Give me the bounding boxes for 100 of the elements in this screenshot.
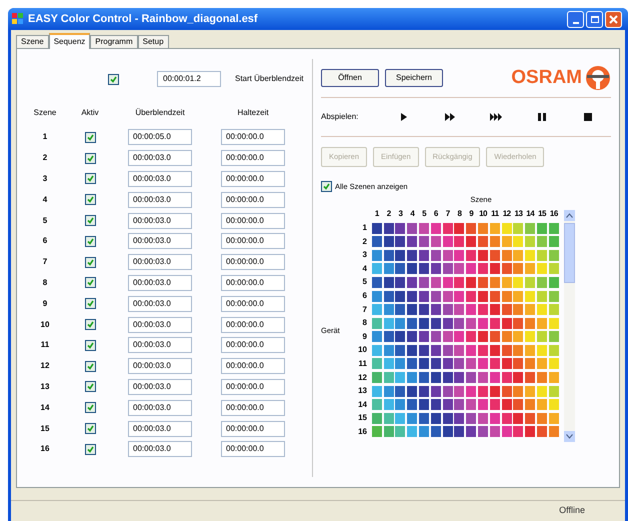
color-cell[interactable] — [419, 318, 430, 329]
time-field[interactable]: 00:00:00.0 — [221, 274, 285, 291]
color-cell[interactable] — [513, 304, 524, 316]
time-field[interactable]: 00:00:01.2 — [157, 71, 221, 87]
color-cell[interactable] — [372, 250, 382, 261]
color-cell[interactable] — [502, 412, 512, 424]
color-cell[interactable] — [502, 276, 512, 288]
color-cell[interactable] — [548, 318, 559, 329]
color-cell[interactable] — [384, 358, 394, 370]
color-cell[interactable] — [430, 318, 441, 329]
color-cell[interactable] — [502, 372, 512, 384]
color-cell[interactable] — [525, 358, 536, 370]
time-field[interactable]: 00:00:00.0 — [221, 420, 285, 437]
checkbox[interactable] — [84, 340, 96, 351]
color-cell[interactable] — [525, 290, 536, 302]
color-cell[interactable] — [407, 386, 418, 397]
color-cell[interactable] — [502, 263, 512, 274]
color-cell[interactable] — [490, 331, 500, 342]
color-cell[interactable] — [395, 222, 406, 234]
color-cell[interactable] — [537, 290, 548, 302]
tab[interactable]: Sequenz — [48, 33, 90, 49]
checkbox[interactable] — [84, 381, 96, 392]
color-cell[interactable] — [419, 386, 430, 397]
color-cell[interactable] — [407, 263, 418, 274]
color-cell[interactable] — [537, 222, 548, 234]
color-cell[interactable] — [384, 344, 394, 356]
time-field[interactable]: 00:00:05.0 — [128, 129, 192, 146]
color-cell[interactable] — [537, 331, 548, 342]
color-cell[interactable] — [384, 263, 394, 274]
color-cell[interactable] — [466, 318, 476, 329]
color-cell[interactable] — [478, 236, 488, 248]
color-cell[interactable] — [407, 250, 418, 261]
color-cell[interactable] — [525, 344, 536, 356]
color-cell[interactable] — [513, 290, 524, 302]
color-cell[interactable] — [454, 290, 464, 302]
color-cell[interactable] — [454, 276, 464, 288]
color-cell[interactable] — [502, 358, 512, 370]
color-cell[interactable] — [525, 276, 536, 288]
color-cell[interactable] — [478, 318, 488, 329]
color-cell[interactable] — [430, 344, 441, 356]
color-cell[interactable] — [490, 318, 500, 329]
color-cell[interactable] — [442, 304, 453, 316]
color-cell[interactable] — [395, 372, 406, 384]
checkbox[interactable] — [84, 132, 96, 143]
color-cell[interactable] — [502, 318, 512, 329]
color-cell[interactable] — [478, 399, 488, 410]
color-cell[interactable] — [395, 358, 406, 370]
color-cell[interactable] — [537, 386, 548, 397]
color-cell[interactable] — [430, 358, 441, 370]
time-field[interactable]: 00:00:03.0 — [128, 337, 192, 354]
scrollbar[interactable] — [564, 210, 575, 442]
color-cell[interactable] — [466, 358, 476, 370]
time-field[interactable]: 00:00:03.0 — [128, 358, 192, 374]
color-cell[interactable] — [513, 276, 524, 288]
color-cell[interactable] — [454, 426, 464, 438]
time-field[interactable]: 00:00:03.0 — [128, 400, 192, 416]
color-cell[interactable] — [490, 263, 500, 274]
color-cell[interactable] — [430, 426, 441, 438]
color-cell[interactable] — [395, 304, 406, 316]
color-cell[interactable] — [502, 250, 512, 261]
color-cell[interactable] — [442, 358, 453, 370]
color-cell[interactable] — [407, 290, 418, 302]
checkbox[interactable] — [84, 298, 96, 310]
color-cell[interactable] — [478, 358, 488, 370]
color-cell[interactable] — [478, 372, 488, 384]
maximize-button[interactable] — [586, 10, 603, 28]
color-cell[interactable] — [419, 358, 430, 370]
time-field[interactable]: 00:00:03.0 — [128, 296, 192, 312]
color-cell[interactable] — [442, 399, 453, 410]
time-field[interactable]: 00:00:03.0 — [128, 170, 192, 187]
color-cell[interactable] — [548, 250, 559, 261]
time-field[interactable]: 00:00:00.0 — [221, 441, 285, 458]
color-cell[interactable] — [430, 236, 441, 248]
color-cell[interactable] — [372, 426, 382, 438]
color-cell[interactable] — [537, 412, 548, 424]
color-cell[interactable] — [537, 344, 548, 356]
time-field[interactable]: 00:00:00.0 — [221, 233, 285, 250]
color-cell[interactable] — [395, 386, 406, 397]
color-cell[interactable] — [513, 358, 524, 370]
color-cell[interactable] — [548, 372, 559, 384]
color-cell[interactable] — [454, 304, 464, 316]
color-cell[interactable] — [430, 250, 441, 261]
color-cell[interactable] — [466, 222, 476, 234]
color-cell[interactable] — [395, 276, 406, 288]
color-cell[interactable] — [372, 331, 382, 342]
color-cell[interactable] — [395, 263, 406, 274]
color-cell[interactable] — [490, 344, 500, 356]
close-button[interactable] — [605, 10, 622, 28]
color-cell[interactable] — [478, 386, 488, 397]
color-cell[interactable] — [442, 318, 453, 329]
time-field[interactable]: 00:00:03.0 — [128, 420, 192, 437]
color-cell[interactable] — [454, 318, 464, 329]
color-cell[interactable] — [537, 372, 548, 384]
tab[interactable]: Setup — [138, 35, 169, 48]
time-field[interactable]: 00:00:03.0 — [128, 254, 192, 270]
color-cell[interactable] — [384, 386, 394, 397]
color-cell[interactable] — [537, 276, 548, 288]
color-cell[interactable] — [537, 426, 548, 438]
color-cell[interactable] — [478, 304, 488, 316]
color-cell[interactable] — [513, 386, 524, 397]
